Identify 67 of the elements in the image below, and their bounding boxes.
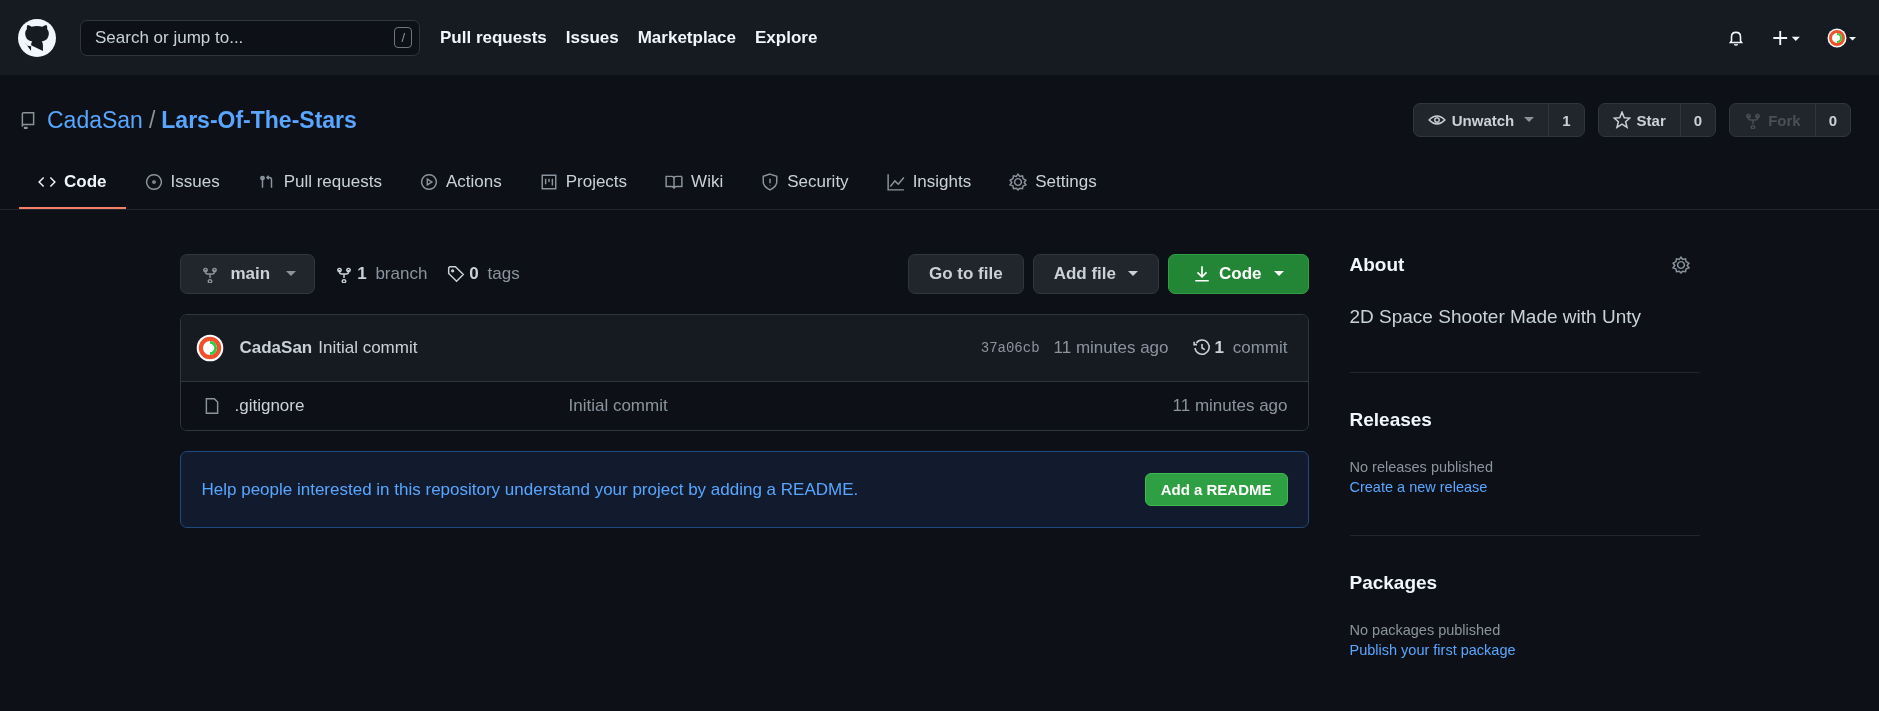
- repo-tab[interactable]: Issues: [125, 157, 239, 209]
- repo-icon: [19, 111, 37, 129]
- wiki-icon: [665, 173, 684, 191]
- insights-icon: [886, 173, 905, 191]
- repo-tab[interactable]: Insights: [867, 157, 991, 209]
- tag-icon: [447, 265, 466, 283]
- branches-link[interactable]: 1 branch: [335, 264, 428, 284]
- repo-tab[interactable]: Pull requests: [238, 157, 401, 209]
- commit-time: 11 minutes ago: [1053, 338, 1169, 358]
- branch-icon: [200, 265, 219, 283]
- branch-icon: [335, 265, 354, 283]
- empty-note: No packages published: [1349, 622, 1502, 638]
- fork-icon: [1744, 111, 1763, 129]
- settings-icon[interactable]: [1671, 256, 1690, 274]
- commit-author-link[interactable]: CadaSan: [239, 338, 313, 358]
- nav-link[interactable]: Issues: [565, 27, 619, 48]
- owner-link[interactable]: CadaSan: [47, 106, 143, 134]
- go-to-file-button[interactable]: Go to file: [908, 254, 1024, 294]
- security-icon: [761, 173, 780, 191]
- tags-link[interactable]: 0 tags: [447, 264, 520, 284]
- shortcut-key: /: [394, 26, 412, 48]
- repo-tab[interactable]: Actions: [400, 157, 521, 209]
- logo-icon[interactable]: [18, 18, 56, 57]
- about-heading: About: [1349, 254, 1405, 276]
- avatar-icon[interactable]: [1827, 27, 1857, 48]
- file-time: 11 minutes ago: [1172, 396, 1288, 416]
- repo-tab[interactable]: Settings: [990, 157, 1116, 209]
- actions-icon: [419, 173, 438, 191]
- repo-description: 2D Space Shooter Made with Unty: [1349, 306, 1642, 328]
- issues-icon: [144, 173, 163, 191]
- history-icon: [1192, 339, 1211, 357]
- settings-icon: [1009, 173, 1028, 191]
- count-badge[interactable]: 0: [1680, 104, 1716, 136]
- path-separator: /: [148, 106, 156, 134]
- repo-tab[interactable]: Security: [742, 157, 868, 209]
- code-button[interactable]: Code: [1168, 254, 1309, 294]
- star-button[interactable]: Star: [1598, 104, 1681, 136]
- section-heading: Releases: [1349, 409, 1433, 431]
- repo-tab[interactable]: Wiki: [646, 157, 743, 209]
- section-link[interactable]: Publish your first package: [1349, 642, 1700, 658]
- file-name-link[interactable]: .gitignore: [234, 396, 555, 416]
- commit-sha-link[interactable]: 37a06cb: [980, 340, 1040, 356]
- repo-tab[interactable]: Projects: [520, 157, 647, 209]
- branch-selector[interactable]: main: [179, 254, 316, 294]
- commits-link[interactable]: 1 commit: [1192, 338, 1288, 358]
- watch-button[interactable]: Unwatch: [1413, 104, 1550, 136]
- projects-icon: [539, 173, 558, 191]
- caret-icon: [1128, 271, 1138, 277]
- nav-link[interactable]: Marketplace: [637, 27, 736, 48]
- commit-message-link[interactable]: Initial commit: [318, 338, 418, 358]
- caret-icon: [1524, 117, 1535, 123]
- caret-icon: [286, 271, 297, 277]
- avatar-icon[interactable]: [195, 334, 224, 362]
- caret-icon: [1273, 271, 1284, 277]
- star-icon: [1612, 111, 1631, 129]
- section-link[interactable]: Create a new release: [1349, 479, 1700, 495]
- empty-note: No releases published: [1349, 459, 1494, 475]
- download-icon: [1193, 265, 1211, 283]
- repo-tab[interactable]: Code: [19, 157, 126, 209]
- nav-link[interactable]: Explore: [755, 27, 818, 48]
- add-file-button[interactable]: Add file: [1032, 254, 1159, 294]
- file-commit-link[interactable]: Initial commit: [568, 396, 668, 416]
- repo-name-link[interactable]: Lars-Of-The-Stars: [161, 106, 357, 134]
- nav-link[interactable]: Pull requests: [440, 27, 547, 48]
- section-heading: Packages: [1349, 572, 1439, 594]
- count-badge[interactable]: 1: [1549, 104, 1584, 136]
- readme-prompt-text: Help people interested in this repository understand your project by adding a README.: [201, 479, 860, 500]
